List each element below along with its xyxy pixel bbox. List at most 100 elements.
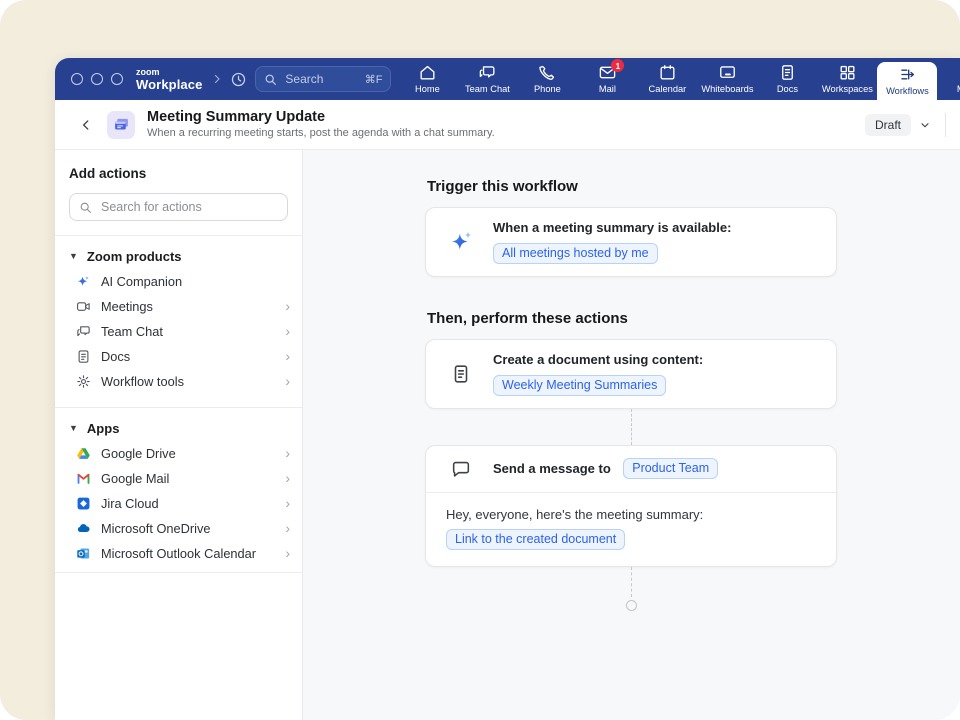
tab-team-chat[interactable]: Team Chat [457, 58, 517, 100]
message-recipient-tag[interactable]: Product Team [623, 458, 718, 479]
sidebar-item-workflow-tools[interactable]: Workflow tools [55, 369, 302, 394]
google-mail-icon [75, 471, 91, 487]
chevron-right-icon [285, 324, 290, 338]
sidebar-divider [55, 407, 302, 408]
search-icon [264, 73, 277, 86]
tab-home[interactable]: Home [397, 58, 457, 100]
tab-workspaces[interactable]: Workspaces [817, 58, 877, 100]
outlook-calendar-icon [75, 546, 91, 562]
chevron-right-icon [285, 546, 290, 560]
team-chat-icon [478, 63, 497, 82]
jira-cloud-icon [75, 496, 91, 512]
workflows-icon [898, 65, 917, 84]
search-shortcut: ⌘F [365, 73, 383, 86]
chevron-right-icon [285, 299, 290, 313]
document-content-tag[interactable]: Weekly Meeting Summaries [493, 375, 666, 396]
sidebar-item-docs[interactable]: Docs [55, 344, 302, 369]
document-icon [446, 363, 476, 385]
chevron-right-icon [285, 446, 290, 460]
chevron-right-icon [285, 521, 290, 535]
workspaces-icon [838, 63, 857, 82]
global-search[interactable]: ⌘F [255, 66, 391, 92]
action-card-send-message[interactable]: Send a message to Product Team Hey, ever… [425, 445, 837, 568]
home-icon [418, 63, 437, 82]
message-body-text: Hey, everyone, here's the meeting summar… [446, 506, 816, 524]
trigger-card[interactable]: When a meeting summary is available: All… [425, 207, 837, 277]
caret-down-icon [69, 252, 78, 261]
tab-whiteboards[interactable]: Whiteboards [697, 58, 757, 100]
ai-sparkle-icon [446, 228, 476, 255]
status-badge[interactable]: Draft [865, 114, 911, 136]
page-background: zoom Workplace ⌘F Home [0, 0, 960, 720]
app-window: zoom Workplace ⌘F Home [55, 58, 960, 720]
action-document-text: Create a document using content: [493, 352, 703, 369]
mail-unread-badge: 1 [611, 59, 624, 72]
search-icon [79, 201, 92, 214]
whiteboards-icon [718, 63, 737, 82]
workflow-canvas: Trigger this workflow When a meeting sum… [303, 150, 960, 720]
window-control-dot[interactable] [91, 73, 103, 85]
sidebar-item-team-chat[interactable]: Team Chat [55, 319, 302, 344]
sidebar-title: Add actions [69, 166, 288, 181]
google-drive-icon [75, 446, 91, 462]
navbar-tabs: Home Team Chat Phone Mail 1 Calend [397, 58, 960, 100]
chevron-right-icon [285, 349, 290, 363]
tab-workflows[interactable]: Workflows [877, 62, 937, 100]
top-navbar: zoom Workplace ⌘F Home [55, 58, 960, 100]
window-control-dot[interactable] [111, 73, 123, 85]
phone-icon [538, 63, 557, 82]
tab-phone[interactable]: Phone [517, 58, 577, 100]
actions-search[interactable] [69, 193, 288, 221]
docs-icon [75, 349, 91, 365]
chevron-right-icon [285, 471, 290, 485]
chat-bubble-icon [446, 458, 476, 480]
actions-sidebar: Add actions Zoom products AI Companion [55, 150, 303, 720]
actions-heading: Then, perform these actions [427, 310, 837, 327]
tab-more[interactable]: More [937, 58, 960, 100]
sidebar-item-microsoft-outlook-calendar[interactable]: Microsoft Outlook Calendar [55, 541, 302, 566]
trigger-scope-tag[interactable]: All meetings hosted by me [493, 243, 658, 264]
back-button[interactable] [73, 112, 99, 138]
sidebar-item-ai-companion[interactable]: AI Companion [55, 269, 302, 294]
page-title: Meeting Summary Update [147, 108, 495, 126]
chevron-right-icon [285, 374, 290, 388]
sidebar-item-microsoft-onedrive[interactable]: Microsoft OneDrive [55, 516, 302, 541]
flow-end-node[interactable] [626, 600, 637, 611]
sidebar-item-meetings[interactable]: Meetings [55, 294, 302, 319]
flow-connector [631, 409, 632, 445]
onedrive-icon [75, 521, 91, 537]
actions-search-input[interactable] [99, 199, 278, 215]
header-right: Draft [865, 113, 946, 137]
sidebar-item-google-mail[interactable]: Google Mail [55, 466, 302, 491]
search-input[interactable] [283, 71, 358, 87]
trigger-heading: Trigger this workflow [427, 178, 837, 195]
tab-calendar[interactable]: Calendar [637, 58, 697, 100]
chevron-left-icon [79, 118, 93, 132]
chevron-down-icon[interactable] [919, 119, 931, 131]
sidebar-item-google-drive[interactable]: Google Drive [55, 441, 302, 466]
action-message-text: Send a message to [493, 461, 611, 476]
message-link-tag[interactable]: Link to the created document [446, 529, 625, 550]
section-apps[interactable]: Apps [69, 421, 288, 436]
main-area: Add actions Zoom products AI Companion [55, 150, 960, 720]
header-divider [945, 113, 946, 137]
workflow-title-block: Meeting Summary Update When a recurring … [147, 108, 495, 141]
chevron-right-icon [285, 496, 290, 510]
tab-mail[interactable]: Mail 1 [577, 58, 637, 100]
chevron-right-icon[interactable] [211, 73, 223, 85]
workflow-header: Meeting Summary Update When a recurring … [55, 100, 960, 150]
window-control-dot[interactable] [71, 73, 83, 85]
sidebar-item-jira-cloud[interactable]: Jira Cloud [55, 491, 302, 516]
calendar-icon [658, 63, 677, 82]
workflow-emoji-icon [107, 111, 135, 139]
tab-docs[interactable]: Docs [757, 58, 817, 100]
meetings-icon [75, 299, 91, 315]
section-zoom-products[interactable]: Zoom products [69, 249, 288, 264]
page-subtitle: When a recurring meeting starts, post th… [147, 127, 495, 141]
zoom-workplace-logo: zoom Workplace [136, 68, 202, 91]
caret-down-icon [69, 424, 78, 433]
window-controls[interactable] [71, 73, 123, 85]
flow-connector [631, 567, 632, 597]
history-icon[interactable] [230, 71, 247, 88]
action-card-create-document[interactable]: Create a document using content: Weekly … [425, 339, 837, 409]
